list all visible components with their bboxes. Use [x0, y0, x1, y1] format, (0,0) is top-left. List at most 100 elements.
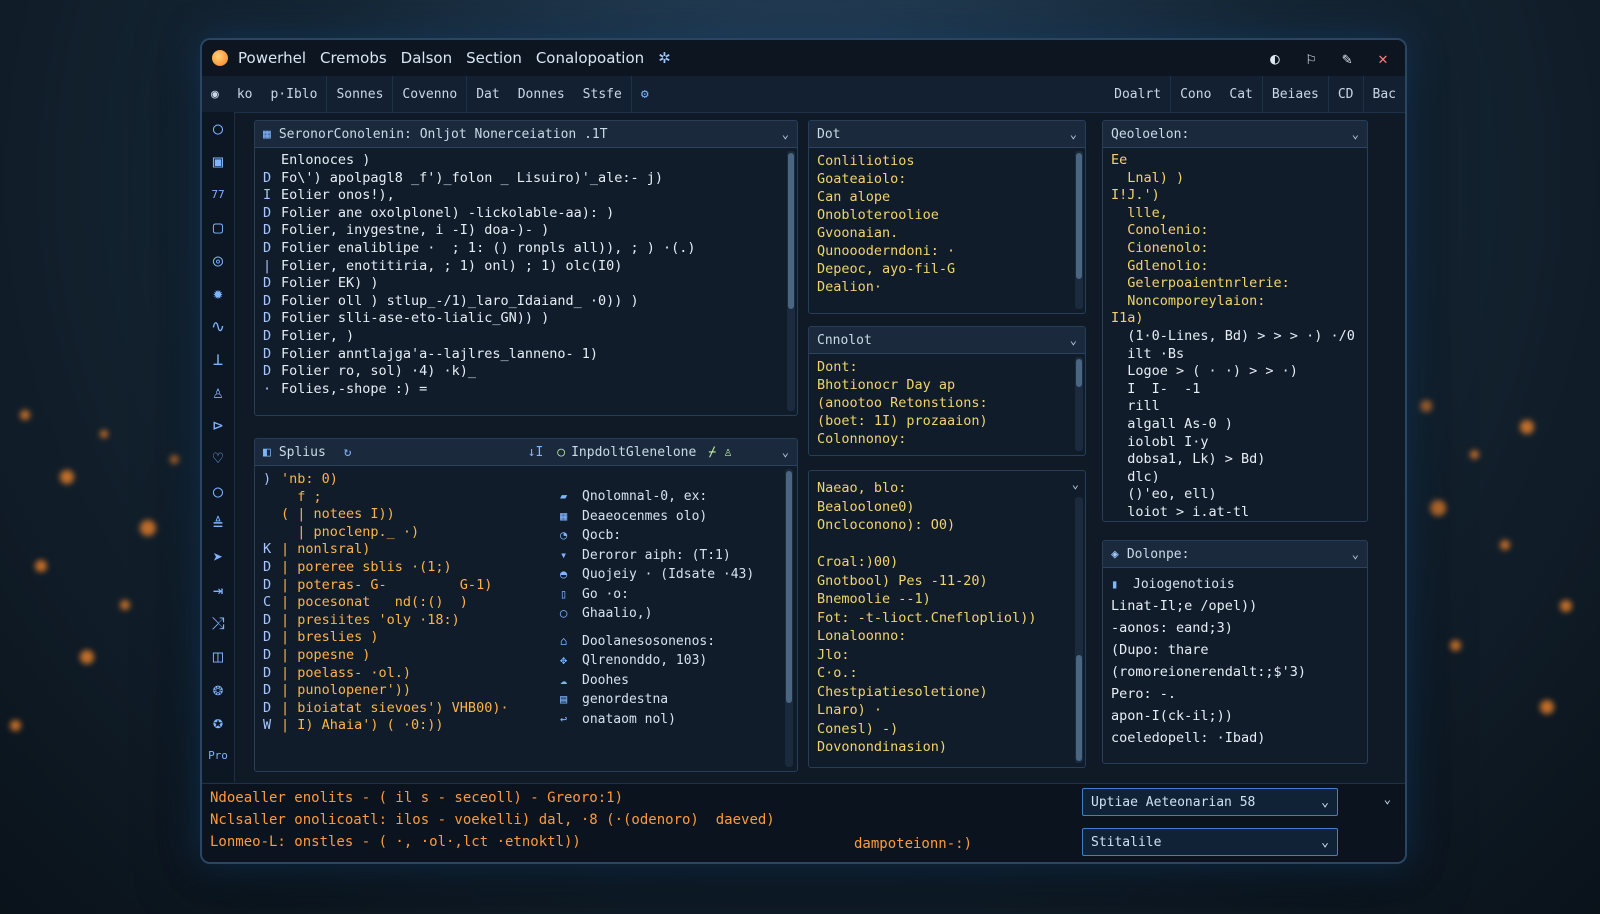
dependencies-subheader[interactable]: ▮ Joiogenotiois [1111, 575, 1347, 595]
console: Ndoealler enolits - ( il s - seceoll) - … [202, 783, 1405, 862]
dropdown-top-label: Uptiae Aeteonarian 58 [1091, 794, 1256, 810]
toolbar-item-2[interactable]: p·Iblo [261, 76, 328, 112]
wave-icon[interactable]: ∿ [202, 310, 234, 343]
output-line: (1·0-Lines, Bd) > > > ·) ·/0 [1111, 327, 1355, 344]
outline-item[interactable]: ▾ Deroror aiph: (T:1) [560, 546, 780, 566]
split-icon[interactable]: ↓I [528, 445, 544, 460]
outline-item[interactable]: ▰ Qnolomnal-0, ex: [560, 487, 780, 507]
flag-icon[interactable]: ⚐ [1301, 48, 1321, 68]
editor-title[interactable]: SeronorConolenin: Onljot Nonerceiation .… [279, 127, 608, 142]
property-line: Depeoc, ayo-fil-G [817, 261, 956, 277]
chevron-down-icon[interactable]: ⌄ [782, 127, 789, 141]
gear-icon[interactable]: ✹ [202, 277, 234, 310]
menu-item-4[interactable]: Section [466, 49, 522, 67]
shuffle-icon[interactable]: ⤨ [202, 607, 234, 640]
editor-scrollbar[interactable] [787, 151, 795, 411]
outline-item[interactable]: ✥ Qlrenonddo, 103) [560, 651, 780, 671]
panel-a-scrollbar[interactable] [1075, 151, 1083, 309]
chevron-down-icon-b[interactable]: ⌄ [1070, 333, 1077, 347]
ring-icon[interactable]: ○ [202, 475, 234, 508]
target-icon[interactable]: ◎ [202, 244, 234, 277]
explorer-scrollbar[interactable] [785, 469, 793, 767]
property-line: Onobloteroolioe [817, 207, 939, 223]
outline-item[interactable]: ▤ genordestna [560, 690, 780, 710]
panel-d-title[interactable]: Qeoloelon: [1111, 127, 1189, 142]
dependency-line: (Dupo: thare [1111, 641, 1209, 658]
code-editor[interactable]: Enlonoces ) D Fo\') apolpagl8 _f')_folon _… [255, 148, 785, 415]
toolbar-item-6[interactable]: Donnes [509, 76, 574, 112]
arrow-icon[interactable]: ⇥ [202, 574, 234, 607]
outline-list[interactable]: ▰ Qnolomnal-0, ex: ▦ Deaeocenmes olo) ◔ Qocb:… [560, 487, 780, 729]
panel-a-title[interactable]: Dot [817, 127, 840, 142]
globe-icon[interactable]: ❂ [202, 673, 234, 706]
refresh-icon[interactable]: ↻ [344, 445, 352, 460]
file-icon: ▯ [560, 586, 568, 601]
toolbar-item-7[interactable]: Stsfe [574, 76, 632, 112]
outline-item[interactable]: ◓ Quojeiy · (Idsate ·43) [560, 565, 780, 585]
tag-icon[interactable]: ⊳ [202, 409, 234, 442]
panel-b-title[interactable]: Cnnolot [817, 333, 872, 348]
outline-item[interactable]: ▯ Go ·o: [560, 585, 780, 605]
person-icon[interactable]: ♙ [724, 445, 732, 460]
counter-icon[interactable]: 77 [202, 178, 234, 211]
explorer-title[interactable]: Splius [279, 445, 326, 460]
heart-icon[interactable]: ♡ [202, 442, 234, 475]
tree-line: D | poreree sblis ·(1;) [263, 559, 543, 577]
toolbar-item-3[interactable]: Sonnes [327, 76, 394, 112]
circle-icon[interactable]: ○ [202, 112, 234, 145]
chevron-down-icon-c[interactable]: ⌄ [1072, 477, 1079, 491]
aperture-icon[interactable]: ✪ [202, 706, 234, 739]
toolbar-right-3[interactable]: Cat [1220, 76, 1263, 112]
toolbar-item-5[interactable]: Dat [467, 76, 508, 112]
code-line: D Fo\') apolpagl8 _f')_folon _ Lisuiro)'_… [263, 170, 777, 188]
pin-icon[interactable]: ⌿ [708, 445, 716, 460]
user-icon[interactable]: ♙ [202, 376, 234, 409]
menu-item-2[interactable]: Cremobs [320, 49, 387, 67]
panel-icon[interactable]: ◫ [202, 640, 234, 673]
panel-c-scrollbar[interactable] [1075, 497, 1083, 763]
toolbar-right-5[interactable]: CD [1329, 76, 1364, 112]
code-text: Folier, enotitiria, ; 1) onl) ; 1) olc(I… [281, 257, 623, 274]
toolbar-item-4[interactable]: Covenno [393, 76, 468, 112]
chevron-down-icon-2[interactable]: ⌄ [782, 445, 789, 459]
play-icon[interactable]: ➤ [202, 541, 234, 574]
outline-item[interactable]: ↩ onataom nol) [560, 710, 780, 730]
bars-icon[interactable]: ⊥ [202, 343, 234, 376]
panel-e-title[interactable]: Dolonpe: [1127, 547, 1190, 562]
dropdown-bottom[interactable]: Stitalile ⌄ [1082, 828, 1338, 856]
outline-item[interactable]: ◯ Ghaalio,) [560, 604, 780, 624]
chevron-down-icon-h[interactable]: ⌄ [1384, 792, 1391, 806]
panel-b-scrollbar[interactable] [1075, 357, 1083, 451]
toolbar-gear-icon[interactable]: ⚙ [632, 76, 658, 112]
image-icon[interactable]: ▣ [202, 145, 234, 178]
outline-item[interactable]: ☁ Doohes [560, 671, 780, 691]
outline-item[interactable]: ⌂ Doolanesosonenos: [560, 632, 780, 652]
square-icon[interactable]: ▢ [202, 211, 234, 244]
outline-item[interactable]: ◔ Qocb: [560, 526, 780, 546]
toolbar-right-2[interactable]: Cono [1171, 76, 1220, 112]
outline-title[interactable]: InpdoltGlenelone [571, 445, 696, 460]
settings-icon[interactable]: ✲ [658, 49, 671, 67]
menu-item-5[interactable]: Conalopoation [536, 49, 644, 67]
stack-icon[interactable]: ≜ [202, 508, 234, 541]
edit-icon[interactable]: ✎ [1337, 48, 1357, 68]
dropdown-top[interactable]: Uptiae Aeteonarian 58 ⌄ [1082, 788, 1338, 816]
tree-line: D | poelass- ·ol.) [263, 665, 543, 683]
toolbar-item-1[interactable]: ko [228, 76, 262, 112]
tree-line: C | pocesonat nd(:() ) [263, 594, 543, 612]
toolbar-right-4[interactable]: Beiaes [1263, 76, 1329, 112]
menu-item-3[interactable]: Dalson [401, 49, 452, 67]
toolbar-home-icon[interactable]: ◉ [202, 76, 228, 112]
close-icon[interactable]: ✕ [1373, 48, 1393, 68]
more-icon[interactable]: Pro [202, 739, 234, 772]
toolbar-right-1[interactable]: Doalrt [1105, 76, 1172, 112]
outline-item[interactable]: ▦ Deaeocenmes olo) [560, 507, 780, 527]
menu-item-1[interactable]: Powerhel [238, 49, 306, 67]
toolbar-right-6[interactable]: Bac [1364, 76, 1405, 112]
chevron-down-icon-a[interactable]: ⌄ [1070, 127, 1077, 141]
explorer-tree[interactable]: ) 'nb: 0) f ;( | notees I)) | pnoclenp._ … [263, 471, 543, 735]
chevron-down-icon-d[interactable]: ⌄ [1352, 127, 1359, 141]
gutter-marker [263, 524, 281, 542]
chevron-down-icon-e[interactable]: ⌄ [1352, 547, 1359, 561]
moon-icon[interactable]: ◐ [1265, 48, 1285, 68]
